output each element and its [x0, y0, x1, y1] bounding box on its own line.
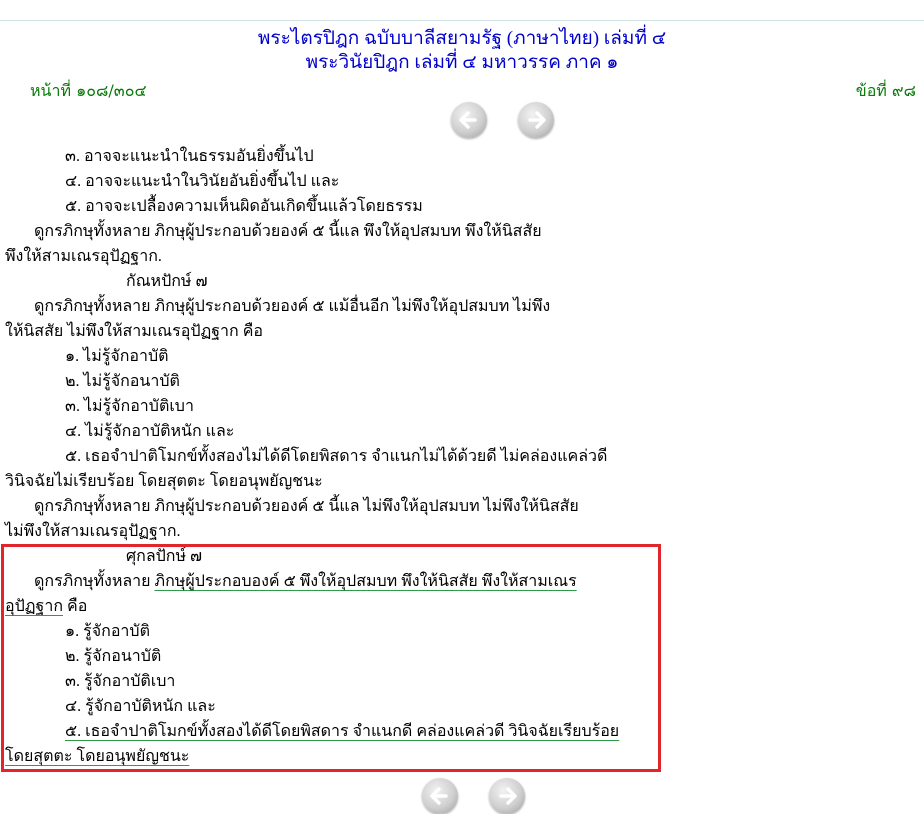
- top-divider: [0, 20, 924, 21]
- highlight-box: [1, 544, 661, 772]
- text-line: ๕. อาจจะเปลื้องความเห็นผิดอันเกิดขึ้นแล้…: [65, 198, 423, 215]
- text-line: ๓. ไม่รู้จักอาบัติเบา: [65, 398, 194, 415]
- page-title: พระไตรปิฎก ฉบับบาลีสยามรัฐ (ภาษาไทย) เล่…: [257, 28, 667, 49]
- item-number: ข้อที่ ๙๘: [855, 81, 916, 100]
- prev-page-button[interactable]: [451, 102, 487, 138]
- text-line: ๑. ไม่รู้จักอาบัติ: [65, 348, 169, 365]
- text-line: ๓. อาจจะแนะนำในธรรมอันยิ่งขึ้นไป: [65, 148, 314, 165]
- arrow-left-icon: [459, 111, 477, 129]
- page-subtitle: พระวินัยปิฎก เล่มที่ ๔ มหาวรรค ภาค ๑: [305, 52, 619, 73]
- text-line: ไม่พึงให้สามเณรอุปัฏฐาก.: [5, 523, 181, 540]
- next-page-button[interactable]: [518, 102, 554, 138]
- text-line: ๔. อาจจะแนะนำในวินัยอันยิ่งขึ้นไป และ: [65, 173, 340, 190]
- arrow-right-icon: [528, 111, 546, 129]
- text-line: ดูกรภิกษุทั้งหลาย ภิกษุผู้ประกอบด้วยองค์…: [34, 223, 542, 240]
- text-line: ๕. เธอจำปาติโมกข์ทั้งสองไม่ได้ดีโดยพิสดา…: [65, 448, 608, 465]
- text-line: ๒. ไม่รู้จักอนาบัติ: [65, 373, 180, 390]
- text-line: วินิจฉัยไม่เรียบร้อย โดยสุตตะ โดยอนุพยัญ…: [5, 473, 323, 490]
- text-line: ดูกรภิกษุทั้งหลาย ภิกษุผู้ประกอบด้วยองค์…: [34, 298, 551, 315]
- page-number: หน้าที่ ๑๐๘/๓๐๔: [30, 81, 147, 100]
- text-line: พึงให้สามเณรอุปัฏฐาก.: [5, 248, 162, 265]
- text-line: ให้นิสสัย ไม่พึงให้สามเณรอุปัฏฐาก คือ: [5, 323, 264, 340]
- section-heading: กัณหปักษ์ ๗: [126, 273, 208, 290]
- text-line: ดูกรภิกษุทั้งหลาย ภิกษุผู้ประกอบด้วยองค์…: [34, 498, 579, 515]
- text-line: ๔. ไม่รู้จักอาบัติหนัก และ: [65, 423, 235, 440]
